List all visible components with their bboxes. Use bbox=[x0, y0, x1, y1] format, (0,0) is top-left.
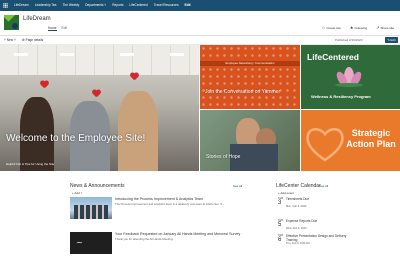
calendar-event[interactable]: FEB 3 Timesheets Due Mon, Feb 3, 2020 bbox=[278, 197, 338, 210]
heart-prop bbox=[92, 90, 101, 98]
edit-page-button[interactable]: ✎ Edit bbox=[385, 37, 398, 43]
news-see-all-link[interactable]: See all bbox=[233, 184, 242, 188]
heart-prop bbox=[40, 81, 49, 89]
hub-item-lifedream[interactable]: LifeDream bbox=[11, 0, 32, 11]
hero-lifecentered-title: LifeCentered bbox=[307, 52, 359, 62]
event-time: Mon, Feb 3, 2020 bbox=[286, 205, 307, 208]
hub-item-edit[interactable]: Edit bbox=[182, 0, 194, 11]
hub-item-reports[interactable]: Reports bbox=[109, 0, 126, 11]
hero-tile-lifecentered[interactable]: LifeCentered Wellness & Resiliency Progr… bbox=[301, 45, 400, 109]
hero-welcome-caption: Welcome to the Employee Site! bbox=[6, 133, 146, 144]
hero-yammer-band-text: Employee Networking / Communication bbox=[225, 61, 275, 65]
header-actions: ☆ Create site ★ Following ↗ Share site bbox=[322, 25, 394, 30]
calendar-event[interactable]: FEB 5 Expense Reports Due Wed, Feb 5, 20… bbox=[278, 219, 338, 232]
page-details-button[interactable]: ⚙ Page details bbox=[22, 38, 43, 42]
site-nav-edit[interactable]: Edit bbox=[62, 26, 68, 31]
news-item[interactable]: ~ Your Feedback Requested on January All… bbox=[70, 232, 250, 254]
published-status: Published 2/16/2020 bbox=[335, 38, 363, 42]
site-nav: Home Edit bbox=[48, 26, 67, 31]
hub-item-weekly[interactable]: The Weekly bbox=[59, 0, 82, 11]
news-thumbnail bbox=[70, 197, 112, 219]
event-day: 6 bbox=[278, 237, 282, 243]
event-title[interactable]: Expense Reports Due bbox=[286, 219, 317, 223]
star-icon: ☆ bbox=[321, 25, 326, 30]
hero-strategic-plan-title: Strategic Action Plan bbox=[346, 128, 396, 149]
hero-welcome-subcaption: Helpful Info & Tips for Using the Site bbox=[6, 162, 55, 166]
event-time: Wed, Feb 5, 2020 bbox=[286, 227, 307, 230]
share-site-label: Share site bbox=[380, 25, 394, 30]
office-ceiling bbox=[0, 45, 199, 75]
hero-yammer-caption: Join the Conversation on Yammer bbox=[205, 89, 281, 95]
hub-item-leadership[interactable]: Leadership Tea bbox=[32, 0, 60, 11]
news-item-description: Thank you for attending the All Hands Me… bbox=[115, 237, 175, 241]
news-add-button[interactable]: + Add ˅ bbox=[72, 191, 82, 195]
photo-person bbox=[118, 91, 158, 171]
news-item-title[interactable]: Introducing the Process Improvement & An… bbox=[115, 197, 203, 201]
hub-navigation: LifeDream Leadership Tea The Weekly Depa… bbox=[11, 0, 194, 11]
event-title[interactable]: Timesheets Due bbox=[286, 197, 309, 201]
news-item-title[interactable]: Your Feedback Requested on January All H… bbox=[115, 232, 240, 236]
heart-outline-icon bbox=[306, 128, 344, 162]
create-site-button[interactable]: ☆ Create site bbox=[322, 25, 341, 30]
lotus-icon bbox=[335, 67, 363, 87]
create-site-label: Create site bbox=[326, 25, 341, 30]
hub-item-departments[interactable]: Departments ˅ bbox=[82, 0, 109, 11]
site-logo[interactable] bbox=[4, 15, 19, 30]
news-heading: News & Announcements bbox=[70, 183, 125, 189]
following-button[interactable]: ★ Following bbox=[350, 25, 367, 30]
thumbnail-script-art: ~ bbox=[76, 238, 83, 247]
news-item[interactable]: Introducing the Process Improvement & An… bbox=[70, 197, 250, 219]
event-day: 5 bbox=[278, 222, 282, 228]
share-icon: ↗ bbox=[376, 25, 380, 30]
hero-tile-stories[interactable]: Stories of Hope bbox=[200, 110, 300, 171]
new-button[interactable]: + New ˅ bbox=[4, 38, 16, 42]
site-header: LifeDream Home Edit ☆ Create site ★ Follow… bbox=[0, 11, 400, 36]
add-event-button[interactable]: + Add event bbox=[278, 191, 294, 195]
ceiling-light bbox=[60, 53, 74, 56]
heart-prop bbox=[130, 73, 139, 81]
hero-stories-caption: Stories of Hope bbox=[206, 154, 241, 160]
edit-page-label: Edit bbox=[390, 38, 396, 42]
calendar-see-all-link[interactable]: See all bbox=[319, 184, 328, 188]
hero-lifecentered-subtitle: Wellness & Resiliency Program bbox=[311, 94, 371, 99]
ceiling-light bbox=[14, 53, 28, 56]
hub-item-lifecentered[interactable]: LifeCentered bbox=[126, 0, 150, 11]
news-thumbnail: ~ bbox=[70, 232, 112, 254]
calendar-heading: LifeCenter Calendar bbox=[276, 183, 321, 189]
ceiling-light bbox=[120, 53, 134, 56]
hero-tile-yammer[interactable]: Employee Networking / Communication Join… bbox=[200, 45, 300, 109]
star-filled-icon: ★ bbox=[349, 25, 354, 30]
hero-tile-strategic-plan[interactable]: Strategic Action Plan bbox=[301, 110, 400, 171]
event-time: Thu, Feb 6, 9:00 AM bbox=[286, 242, 310, 245]
page-details-label: Page details bbox=[25, 38, 44, 42]
waffle-icon[interactable] bbox=[0, 0, 11, 11]
site-title[interactable]: LifeDream bbox=[23, 16, 51, 22]
site-nav-home[interactable]: Home bbox=[48, 26, 57, 31]
command-bar: + New ˅ ⚙ Page details Published 2/16/20… bbox=[0, 36, 400, 45]
ceiling-light bbox=[170, 53, 184, 56]
hub-item-travel[interactable]: Travel Resources bbox=[151, 0, 182, 11]
suite-bar: LifeDream Leadership Tea The Weekly Depa… bbox=[0, 0, 400, 11]
hero-tile-welcome[interactable]: Welcome to the Employee Site! Helpful In… bbox=[0, 45, 199, 171]
decorative-pattern bbox=[200, 45, 300, 109]
event-day: 3 bbox=[278, 200, 282, 206]
photo-group bbox=[74, 205, 108, 219]
following-label: Following bbox=[354, 25, 368, 30]
share-site-button[interactable]: ↗ Share site bbox=[376, 25, 394, 30]
calendar-event[interactable]: FEB 6 Effective Presentation Design and … bbox=[278, 234, 346, 247]
news-item-description: The Process Improvement and Analytics te… bbox=[115, 202, 225, 206]
